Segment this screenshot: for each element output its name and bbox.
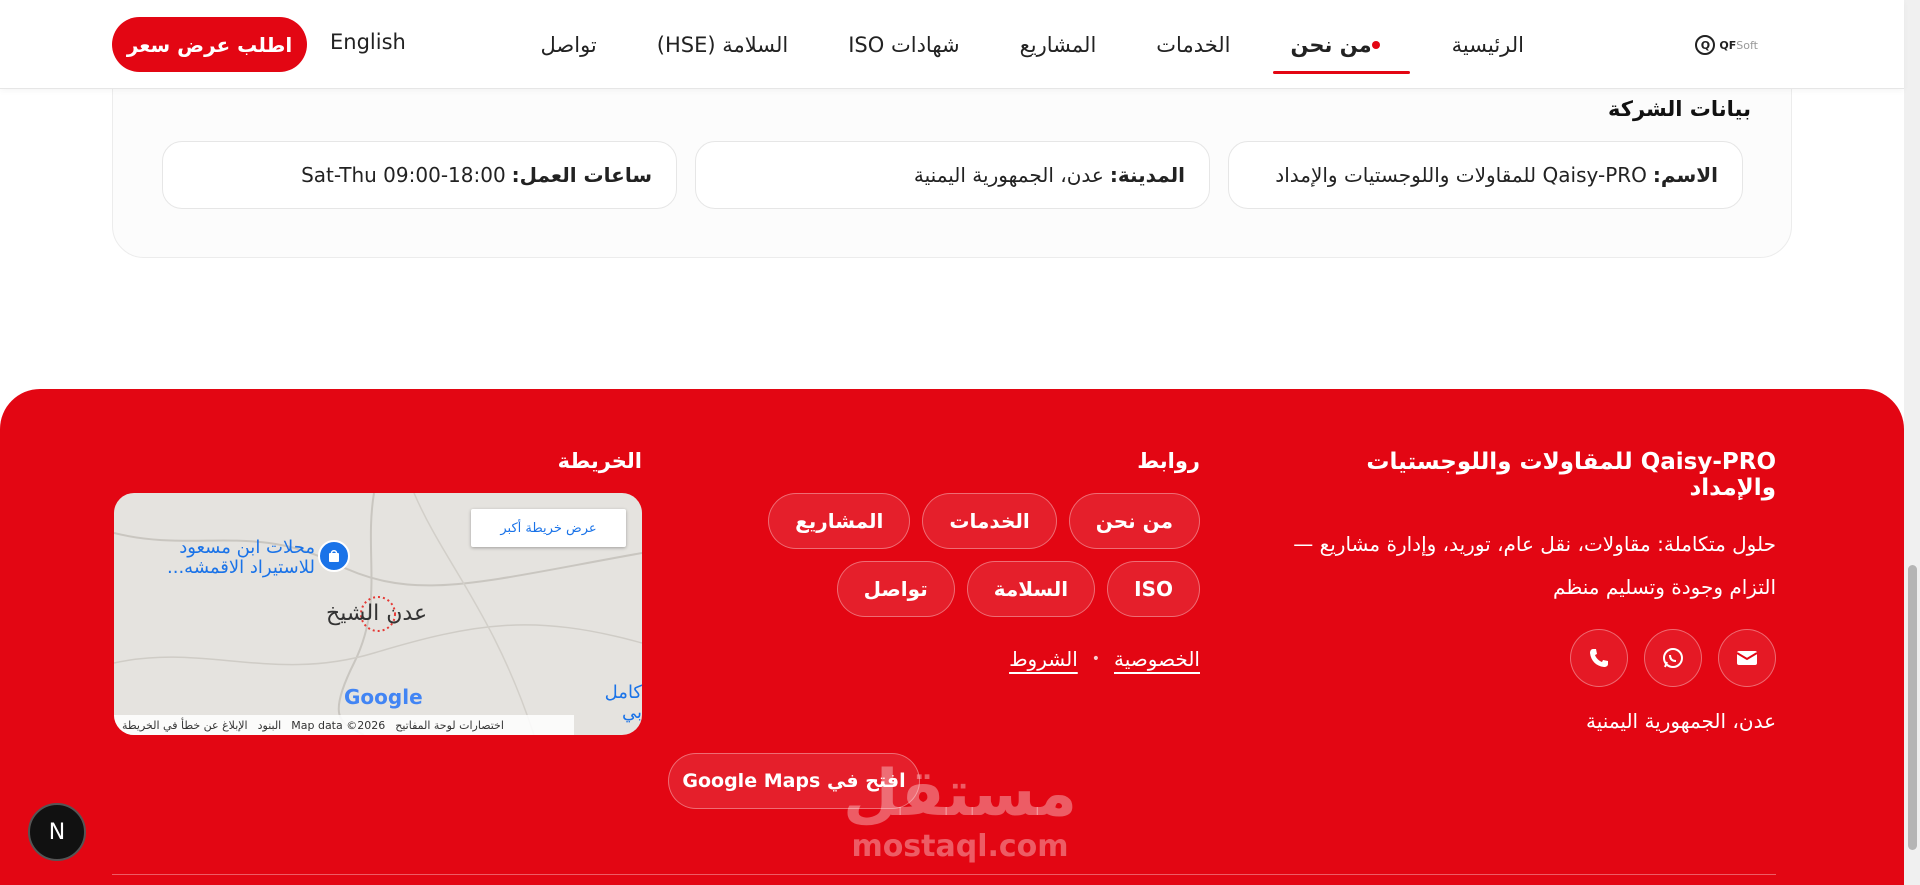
separator-dot-icon: • (1091, 651, 1101, 667)
legal-links: الخصوصية • الشروط (700, 647, 1200, 671)
mostaql-watermark: مستقل mostaql.com (840, 759, 1080, 864)
whatsapp-button[interactable] (1644, 629, 1702, 687)
company-city-label: المدينة: (1109, 163, 1185, 187)
nav-label: شهادات ISO (848, 32, 960, 57)
map-pin-icon[interactable] (318, 540, 350, 572)
embedded-map[interactable]: عرض خريطة أكبر محلات ابن مسعود للاستيراد… (114, 493, 642, 735)
site-footer: Qaisy-PRO للمقاولات واللوجستيات والإمداد… (0, 389, 1904, 885)
footer-link-contact[interactable]: تواصل (836, 561, 955, 617)
page-scrollbar[interactable] (1904, 0, 1920, 885)
watermark-arabic: مستقل (842, 757, 1078, 831)
logo-subtext: Soft (1736, 38, 1758, 52)
footer-brand-column: Qaisy-PRO للمقاولات واللوجستيات والإمداد… (1276, 449, 1776, 733)
company-hours-label: ساعات العمل: (511, 163, 652, 187)
company-hours-value: Sat-Thu 09:00-18:00 (301, 163, 506, 187)
whatsapp-icon (1663, 648, 1683, 668)
map-side-poi-label: كامل بي (604, 682, 642, 723)
active-dot-icon (1371, 40, 1380, 49)
footer-address: عدن، الجمهورية اليمنية (1586, 709, 1776, 733)
nav-item-about[interactable]: من نحن (1261, 0, 1422, 89)
nav-item-services[interactable]: الخدمات (1126, 0, 1260, 89)
company-info-title: بيانات الشركة (1608, 97, 1751, 121)
footer-link-safety[interactable]: السلامة (966, 561, 1096, 617)
social-buttons (1276, 629, 1776, 687)
footer-map-column: الخريطة عرض خريطة أكبر محلات ابن مسعود ل… (112, 449, 920, 809)
map-data-label: Map data ©2026 (291, 718, 386, 732)
footer-link-about[interactable]: من نحن (1068, 493, 1200, 549)
footer-link-services[interactable]: الخدمات (922, 493, 1057, 549)
logo-mark: Q (1695, 35, 1716, 55)
nav-item-hse[interactable]: السلامة (HSE) (627, 0, 818, 89)
nav-item-projects[interactable]: المشاريع (990, 0, 1127, 89)
phone-icon (1590, 649, 1608, 667)
footer-links-title: روابط (1137, 449, 1200, 473)
footer-link-projects[interactable]: المشاريع (768, 493, 911, 549)
company-info-card: بيانات الشركة الاسم: Qaisy-PRO للمقاولات… (112, 60, 1792, 258)
company-name-value: Qaisy-PRO للمقاولات واللوجستيات والإمداد (1275, 163, 1647, 187)
footer-divider (112, 874, 1776, 875)
nav-item-home[interactable]: الرئيسية (1422, 0, 1554, 89)
footer-brand-description: حلول متكاملة: مقاولات، نقل عام، توريد، و… (1293, 532, 1776, 599)
terms-link[interactable]: الشروط (1009, 647, 1078, 671)
nav-label: الرئيسية (1451, 32, 1524, 57)
company-name-box: الاسم: Qaisy-PRO للمقاولات واللوجستيات و… (1228, 141, 1743, 209)
company-name-label: الاسم: (1652, 163, 1718, 187)
company-city-value: عدن، الجمهورية اليمنية (913, 163, 1104, 187)
site-header: Q QFSoft الرئيسية من نحن الخدمات المشاري… (0, 0, 1904, 89)
nav-item-contact[interactable]: تواصل (511, 0, 627, 89)
logo-text-main: QF (1719, 38, 1737, 52)
footer-brand-title: Qaisy-PRO للمقاولات واللوجستيات والإمداد (1366, 449, 1776, 501)
footer-link-chips: من نحن الخدمات المشاريع ISO السلامة تواص… (700, 493, 1200, 617)
watermark-english: mostaql.com (851, 829, 1069, 864)
company-hours-box: ساعات العمل: Sat-Thu 09:00-18:00 (162, 141, 677, 209)
nav-label: الخدمات (1156, 32, 1231, 57)
site-logo[interactable]: Q QFSoft (1695, 32, 1758, 58)
footer-link-iso[interactable]: ISO (1107, 561, 1200, 617)
google-logo: Google (344, 685, 423, 709)
privacy-link[interactable]: الخصوصية (1114, 647, 1200, 671)
nav-label: السلامة (HSE) (656, 32, 789, 57)
nav-label: تواصل (540, 32, 597, 57)
company-city-box: المدينة: عدن، الجمهورية اليمنية (695, 141, 1210, 209)
report-map-error-link[interactable]: الإبلاغ عن خطأ في الخريطة (122, 719, 248, 732)
nextjs-dev-badge[interactable]: N (28, 803, 86, 861)
map-attribution-bar: اختصارات لوحة المفاتيح Map data ©2026 ال… (114, 715, 574, 735)
view-larger-map-button[interactable]: عرض خريطة أكبر (471, 509, 626, 547)
map-poi-label[interactable]: محلات ابن مسعود للاستيراد الاقمشه... (150, 538, 315, 578)
company-info-boxes: الاسم: Qaisy-PRO للمقاولات واللوجستيات و… (162, 141, 1743, 209)
email-icon (1736, 651, 1758, 665)
request-quote-button[interactable]: اطلب عرض سعر (112, 17, 307, 72)
email-button[interactable] (1718, 629, 1776, 687)
shopping-bag-icon (329, 550, 339, 562)
nav-label: المشاريع (1019, 32, 1097, 57)
phone-button[interactable] (1570, 629, 1628, 687)
map-terms-link[interactable]: البنود (258, 719, 282, 732)
footer-map-title: الخريطة (557, 449, 642, 473)
scrollbar-thumb[interactable] (1908, 565, 1917, 850)
main-nav: الرئيسية من نحن الخدمات المشاريع شهادات … (511, 0, 1555, 89)
footer-links-column: روابط من نحن الخدمات المشاريع ISO السلام… (700, 449, 1200, 671)
map-city-label: عدن الشيخ (326, 601, 428, 626)
nav-item-iso[interactable]: شهادات ISO (818, 0, 989, 89)
keyboard-shortcuts-link[interactable]: اختصارات لوحة المفاتيح (395, 719, 504, 732)
logo-text: QFSoft (1719, 39, 1758, 52)
language-switch-link[interactable]: English (330, 30, 406, 54)
nav-label: من نحن (1290, 32, 1372, 57)
